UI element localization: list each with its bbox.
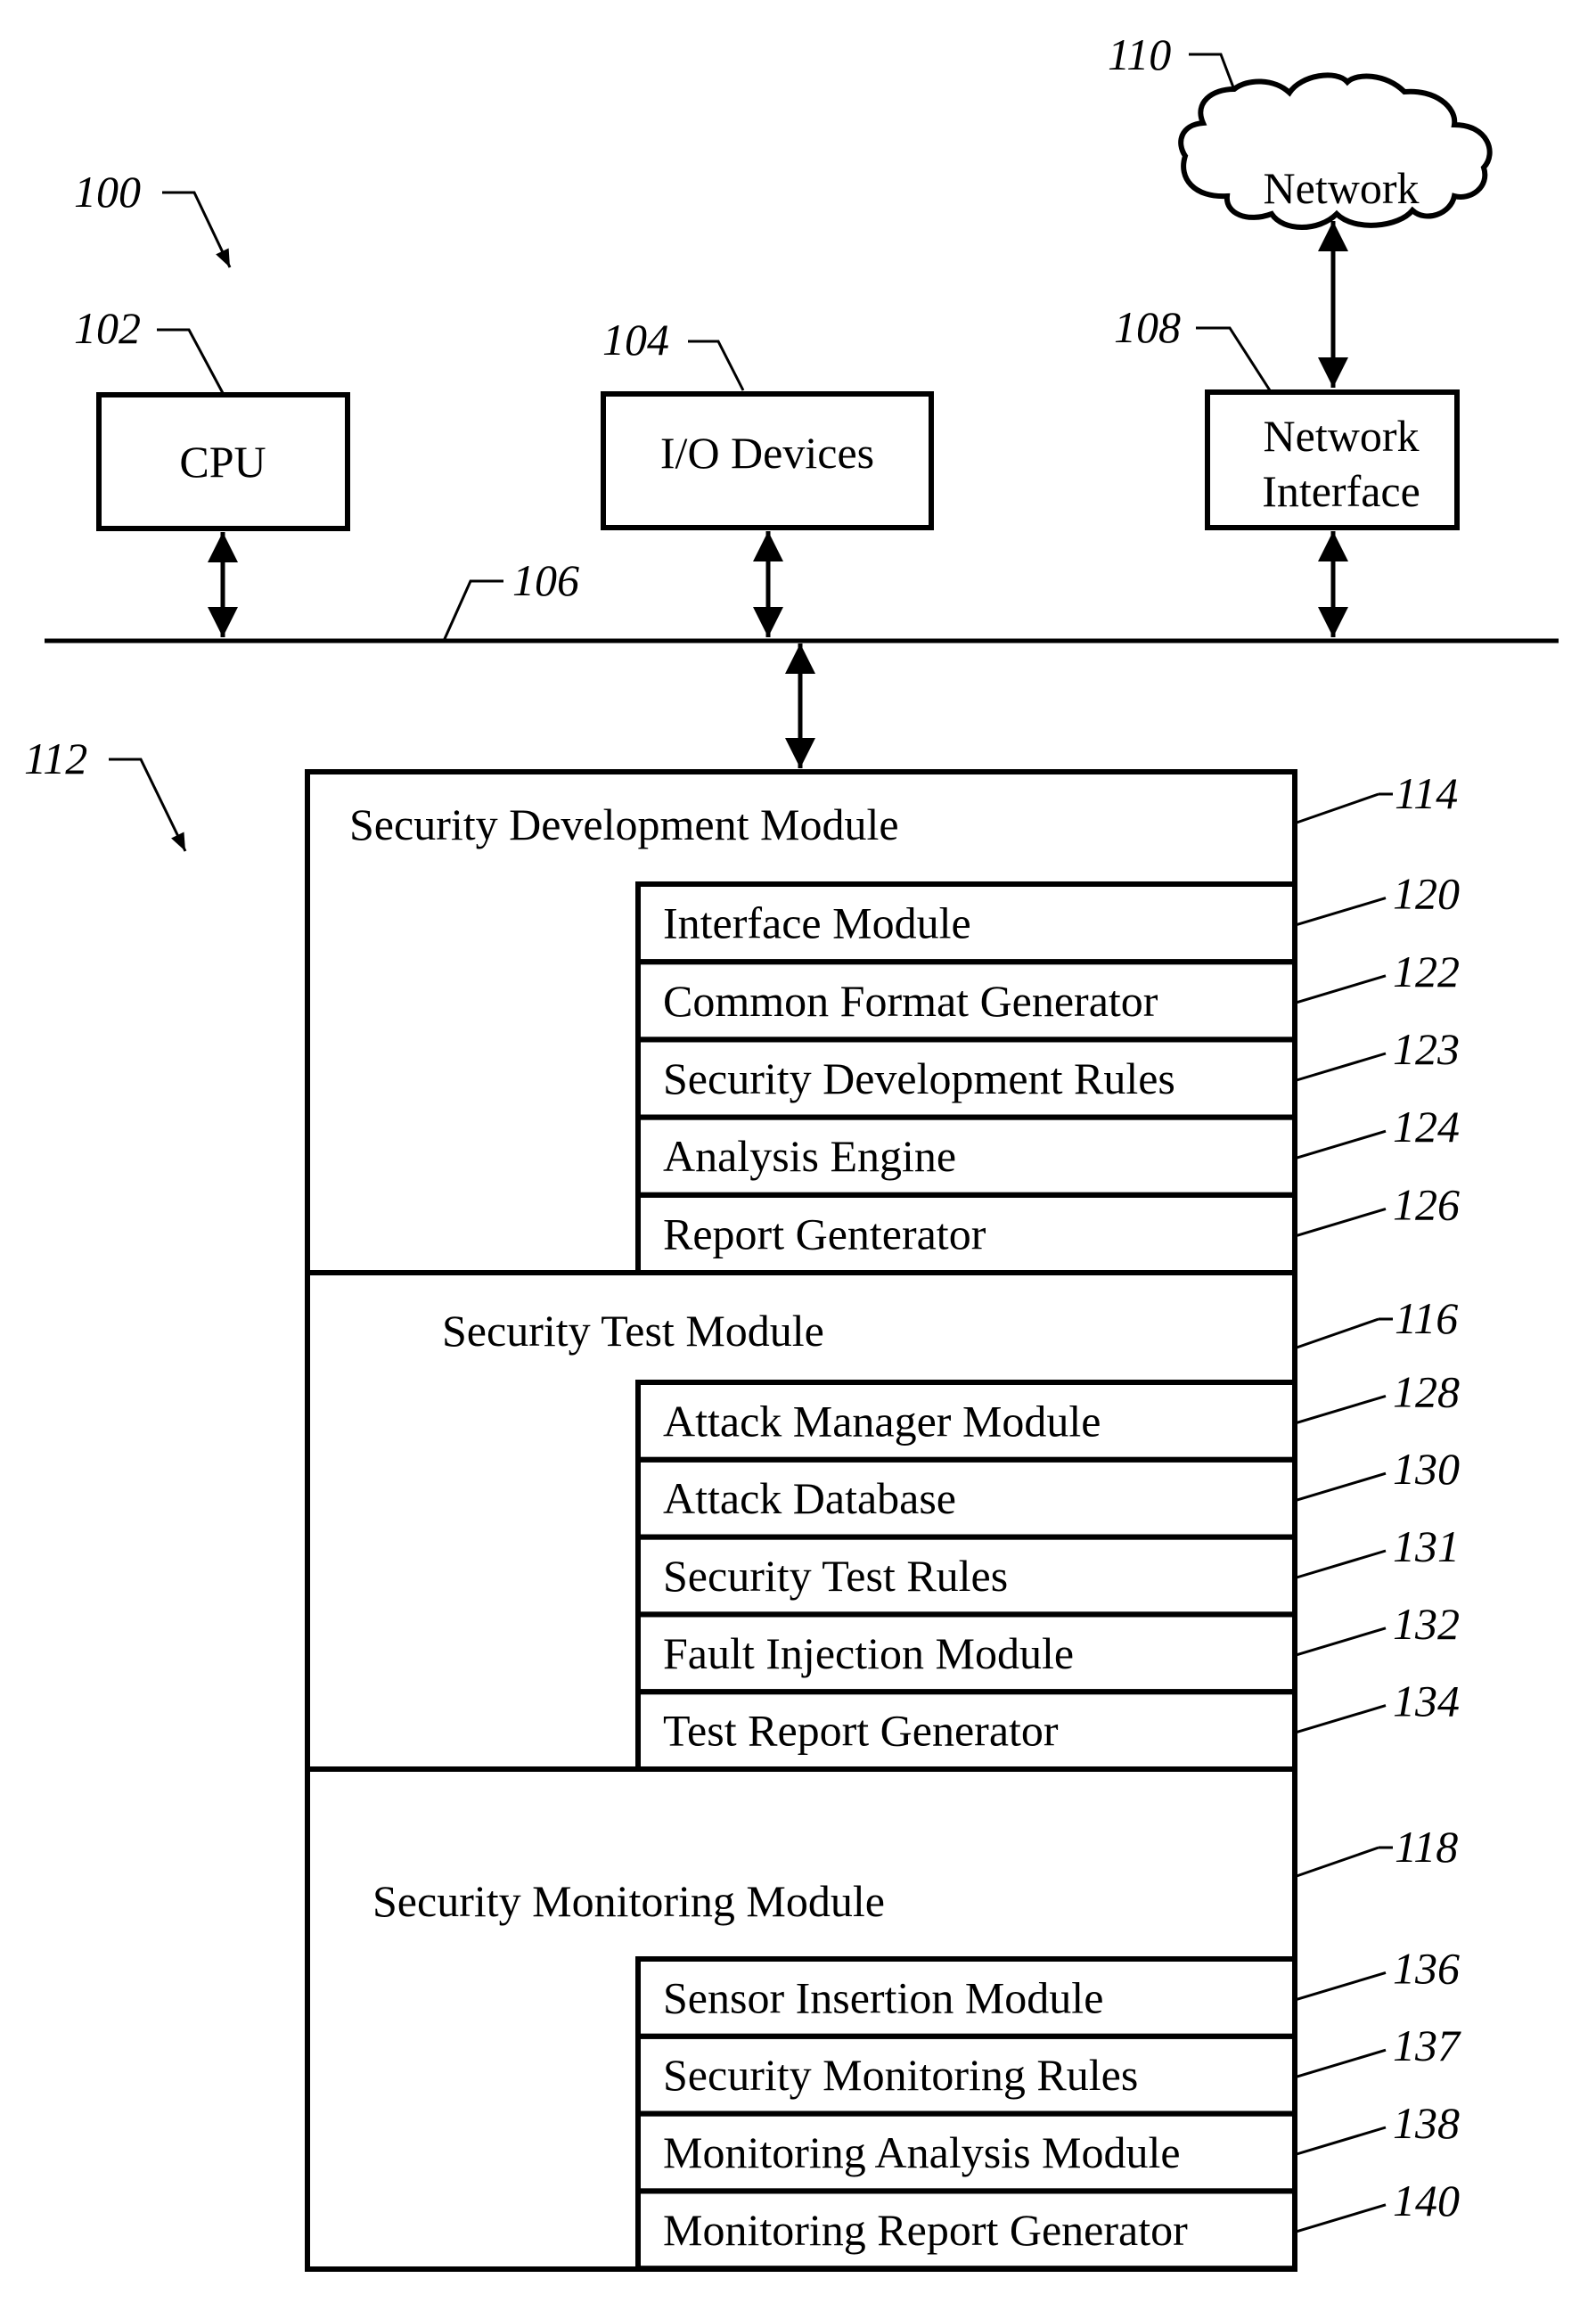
submodule-row: Monitoring Report Generator 140 (635, 2176, 1460, 2272)
submodule-label: Attack Database (663, 1473, 956, 1523)
submodule-label: Security Test Rules (663, 1551, 1008, 1601)
module-ref-label: 114 (1395, 768, 1458, 818)
submodule-label: Report Genterator (663, 1209, 986, 1258)
submodule-row: Common Format Generator 122 (635, 947, 1460, 1043)
io-devices-label: I/O Devices (660, 428, 874, 478)
system-diagram: 100 102 CPU 104 I/O Devices 110 Network … (24, 29, 1559, 2272)
leader-line (1296, 1846, 1379, 1878)
leader-line (1296, 1704, 1387, 1734)
submodule-row: Sensor Insertion Module 136 (635, 1943, 1460, 2039)
submodule-ref-label: 130 (1393, 1444, 1460, 1494)
leader-line-110 (1189, 53, 1235, 88)
module-title: Security Monitoring Module (372, 1876, 885, 1926)
submodule-label: Test Report Generator (663, 1706, 1059, 1756)
leader-line-108 (1196, 326, 1272, 391)
leader-line (1296, 1549, 1387, 1579)
cpu-label: CPU (179, 437, 266, 487)
module-title: Security Development Module (349, 799, 899, 849)
leader-line (1296, 1052, 1387, 1082)
submodule-ref-label: 136 (1393, 1943, 1460, 1993)
submodule-row: Test Report Generator 134 (635, 1676, 1460, 1772)
submodule-ref-label: 123 (1393, 1024, 1460, 1074)
submodule-label: Security Monitoring Rules (663, 2050, 1138, 2100)
leader-line (1296, 897, 1387, 927)
submodule-ref-label: 132 (1393, 1599, 1460, 1649)
submodule-label: Attack Manager Module (663, 1396, 1101, 1446)
leader-line (1296, 1207, 1387, 1237)
submodule-ref-label: 126 (1393, 1179, 1460, 1229)
submodule-label: Sensor Insertion Module (663, 1972, 1103, 2022)
submodule-row: Monitoring Analysis Module 138 (635, 2098, 1460, 2194)
leader-line (1296, 1317, 1379, 1349)
ref-arrow-112 (109, 758, 187, 852)
module-ref-label: 116 (1395, 1293, 1458, 1343)
leader-line (1296, 2048, 1387, 2078)
ref-label-108: 108 (1114, 302, 1181, 352)
ref-label-102: 102 (74, 303, 141, 353)
leader-line-104 (688, 340, 745, 391)
submodule-ref-label: 120 (1393, 869, 1460, 919)
leader-line-106 (442, 579, 503, 642)
submodule-label: Common Format Generator (663, 976, 1158, 1026)
submodule-ref-label: 138 (1393, 2098, 1460, 2148)
submodule-label: Security Development Rules (663, 1053, 1175, 1103)
submodule-row: Attack Manager Module 128 (635, 1366, 1460, 1463)
leader-line (1296, 2126, 1387, 2156)
ref-label-100: 100 (74, 167, 141, 217)
submodule-label: Monitoring Analysis Module (663, 2127, 1181, 2177)
submodule-label: Analysis Engine (663, 1131, 956, 1181)
ref-label-110: 110 (1108, 29, 1171, 79)
submodule-ref-label: 140 (1393, 2176, 1460, 2225)
submodule-row: Fault Injection Module 132 (635, 1599, 1460, 1695)
ref-label-112: 112 (24, 733, 87, 783)
module-ref-label: 118 (1395, 1822, 1458, 1872)
submodule-row: Security Monitoring Rules 137 (635, 2020, 1461, 2117)
leader-line (1296, 1471, 1387, 1502)
submodule-label: Monitoring Report Generator (663, 2205, 1188, 2255)
ref-arrow-100 (162, 191, 232, 268)
module-title: Security Test Module (442, 1306, 824, 1356)
leader-line (1296, 1394, 1387, 1424)
leader-line (1296, 1971, 1387, 2001)
submodule-row: Security Development Rules 123 (635, 1024, 1460, 1120)
ref-label-106: 106 (512, 555, 579, 605)
submodule-ref-label: 134 (1393, 1676, 1460, 1726)
network-interface-label-line1: Network (1264, 411, 1420, 461)
leader-line-102 (157, 328, 225, 394)
leader-line (1296, 1627, 1387, 1657)
network-interface-label-line2: Interface (1262, 466, 1420, 516)
ref-label-104: 104 (602, 315, 669, 365)
submodule-ref-label: 124 (1393, 1102, 1460, 1151)
leader-line (1296, 974, 1387, 1004)
leader-line (1296, 1129, 1387, 1160)
network-label: Network (1264, 163, 1420, 213)
submodule-ref-label: 122 (1393, 947, 1460, 996)
submodule-ref-label: 137 (1393, 2020, 1461, 2070)
submodule-label: Interface Module (663, 898, 971, 948)
leader-line (1296, 792, 1379, 824)
submodule-ref-label: 128 (1393, 1366, 1460, 1416)
submodule-ref-label: 131 (1393, 1521, 1460, 1571)
submodule-label: Fault Injection Module (663, 1628, 1074, 1678)
leader-line (1296, 2203, 1387, 2233)
